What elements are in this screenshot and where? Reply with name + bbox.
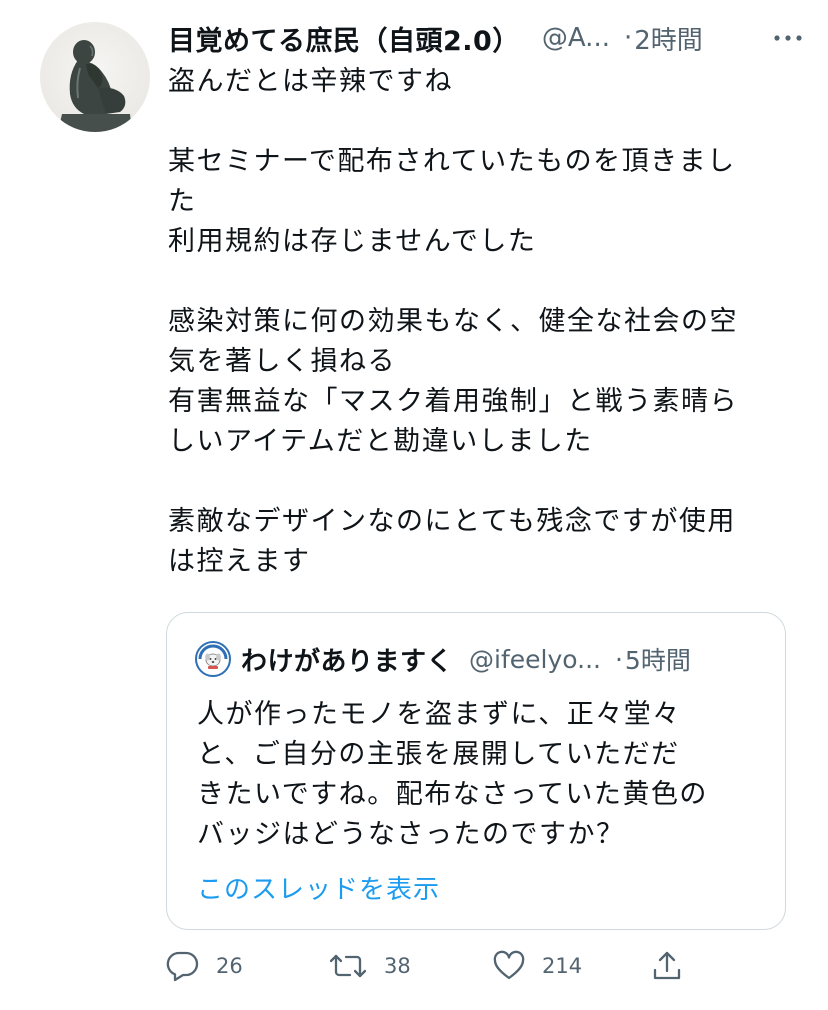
author-handle[interactable]: @A... — [542, 23, 610, 53]
tweet-actions: 26 38 214 — [166, 946, 726, 986]
show-thread-link[interactable]: このスレッドを表示 — [197, 869, 440, 906]
dog-badge-icon — [198, 644, 228, 674]
tweet[interactable]: 目覚めてる庶民（自頭2.0） @A... · 2時間 盗んだとは辛辣ですね 某セ… — [0, 0, 828, 1010]
quoted-author-handle[interactable]: @ifeelyo... — [469, 645, 601, 674]
quoted-author-display-name[interactable]: わけがありますく — [241, 641, 453, 678]
tweet-text-line — [168, 102, 788, 142]
more-button[interactable] — [768, 24, 808, 52]
tweet-text-line: 感染対策に何の効果もなく、健全な社会の空 — [168, 306, 738, 337]
quoted-author-avatar[interactable] — [195, 641, 231, 677]
quoted-text-line: バッジはどうなさったのですか？ — [197, 819, 625, 850]
author-avatar[interactable] — [40, 22, 150, 132]
tweet-text-line — [168, 262, 788, 302]
more-horizontal-icon — [774, 35, 802, 41]
reply-button[interactable]: 26 — [166, 946, 243, 986]
reply-icon — [166, 951, 199, 982]
quoted-tweet-timestamp[interactable]: 5時間 — [625, 641, 691, 677]
quoted-text-line: きたいですね。配布なさっていた黄色の — [197, 779, 708, 810]
quoted-meta-separator: · — [614, 644, 623, 674]
thinker-statue-icon — [58, 40, 132, 132]
tweet-text-line: 気を著しく損ねる — [168, 346, 396, 377]
meta-separator: · — [623, 23, 633, 53]
quoted-text-line: 人が作ったモノを盗まずに、正々堂々 — [197, 699, 681, 730]
quoted-tweet-body: 人が作ったモノを盗まずに、正々堂々 と、ご自分の主張を展開していただだ きたいで… — [197, 695, 767, 855]
tweet-body: 盗んだとは辛辣ですね 某セミナーで配布されていたものを頂きまし た 利用規約は存… — [168, 62, 788, 582]
tweet-text-line: 盗んだとは辛辣ですね — [168, 66, 453, 97]
retweet-button[interactable]: 38 — [328, 946, 411, 986]
like-button[interactable]: 214 — [492, 946, 582, 986]
author-display-name[interactable]: 目覚めてる庶民（自頭2.0） — [168, 19, 520, 58]
tweet-text-line: 有害無益な「マスク着用強制」と戦う素晴ら — [168, 386, 738, 417]
quoted-tweet-header: わけがありますく @ifeelyo... · 5時間 — [195, 639, 691, 679]
tweet-timestamp[interactable]: 2時間 — [634, 20, 703, 57]
like-count: 214 — [542, 954, 583, 978]
quoted-tweet-card[interactable]: わけがありますく @ifeelyo... · 5時間 人が作ったモノを盗まずに、… — [166, 612, 786, 930]
tweet-text-line: 利用規約は存じませんでした — [168, 226, 537, 257]
share-button[interactable] — [650, 946, 684, 986]
tweet-text-line: た — [168, 186, 197, 217]
tweet-text-line: は控えます — [168, 546, 311, 577]
tweet-text-line: 某セミナーで配布されていたものを頂きまし — [168, 146, 736, 177]
tweet-text-line: しいアイテムだと勘違いしました — [168, 426, 593, 457]
heart-icon — [493, 950, 525, 980]
retweet-count: 38 — [384, 954, 411, 978]
reply-count: 26 — [216, 954, 243, 978]
tweet-text-line: 素敵なデザインなのにとても残念ですが使用 — [168, 506, 736, 537]
share-icon — [653, 951, 681, 980]
tweet-text-line — [168, 462, 788, 502]
tweet-header: 目覚めてる庶民（自頭2.0） @A... · 2時間 — [168, 14, 808, 62]
quoted-text-line: と、ご自分の主張を展開していただだ — [197, 739, 680, 770]
retweet-icon — [329, 954, 367, 978]
